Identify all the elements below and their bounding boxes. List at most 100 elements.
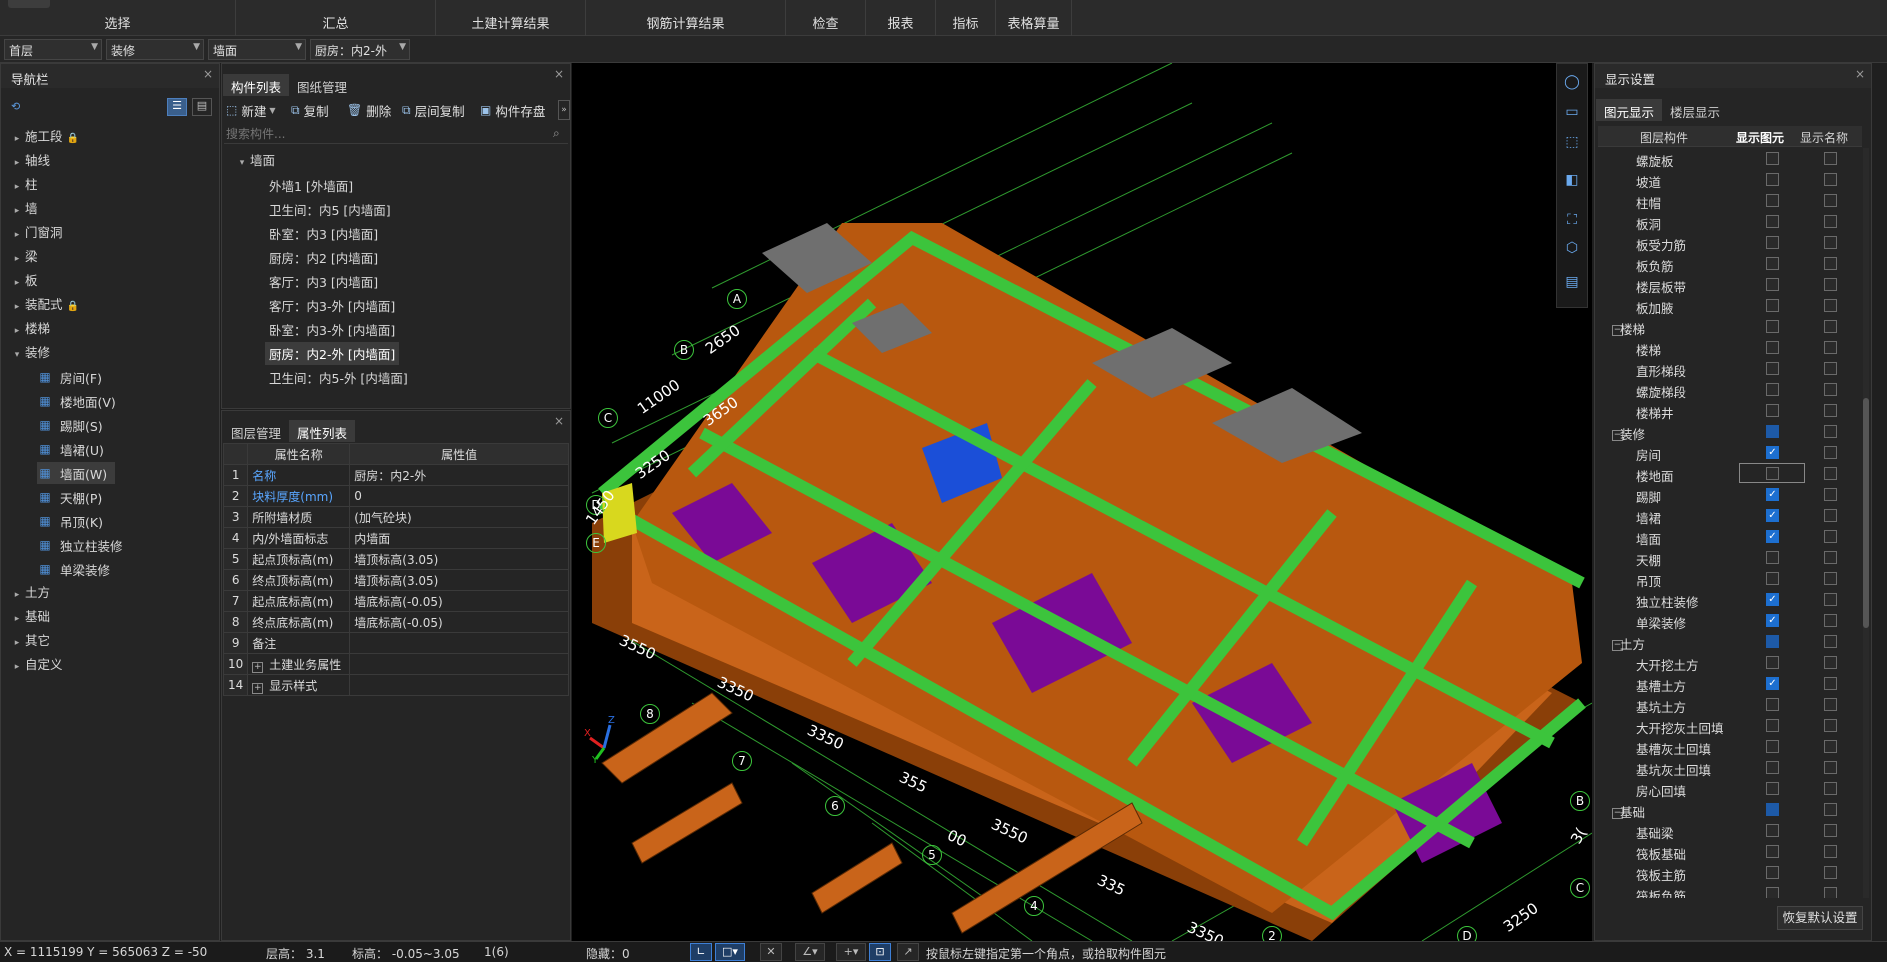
- show-element-checkbox[interactable]: ✓: [1766, 614, 1779, 627]
- show-element-checkbox[interactable]: ✓: [1766, 593, 1779, 606]
- property-row[interactable]: 4 内/外墙面标志 内墙面: [222, 527, 569, 549]
- display-scrollbar[interactable]: [1863, 148, 1869, 898]
- show-name-checkbox[interactable]: [1824, 467, 1837, 480]
- scrollbar-thumb[interactable]: [1863, 398, 1869, 628]
- show-name-checkbox[interactable]: [1824, 320, 1837, 333]
- property-row[interactable]: 10 + 土建业务属性: [222, 653, 569, 675]
- show-name-checkbox[interactable]: [1824, 446, 1837, 459]
- ribbon-group-table-calc[interactable]: 表格算量: [996, 0, 1072, 36]
- property-row[interactable]: 3 所附墙材质 (加气砼块): [222, 506, 569, 528]
- property-value[interactable]: 墙底标高(-0.05): [349, 611, 569, 633]
- nav-subitem[interactable]: ▦ 吊顶(K): [37, 510, 103, 532]
- show-element-checkbox[interactable]: [1766, 194, 1779, 207]
- property-row[interactable]: 7 起点底标高(m) 墙底标高(-0.05): [222, 590, 569, 612]
- view-cube-icon[interactable]: ⬡: [1559, 236, 1585, 260]
- show-element-checkbox[interactable]: [1766, 383, 1779, 396]
- ribbon-group-summary[interactable]: 汇总: [236, 0, 436, 36]
- show-element-checkbox[interactable]: [1766, 467, 1779, 480]
- show-name-checkbox[interactable]: [1824, 509, 1837, 522]
- show-element-checkbox[interactable]: ✓: [1766, 677, 1779, 690]
- component-root[interactable]: ▾ 墙面: [234, 150, 275, 169]
- show-name-checkbox[interactable]: [1824, 656, 1837, 669]
- list-view-icon[interactable]: ☰: [167, 98, 187, 116]
- search-icon[interactable]: ⌕: [553, 126, 560, 141]
- show-element-checkbox[interactable]: [1766, 740, 1779, 753]
- show-name-checkbox[interactable]: [1824, 425, 1837, 438]
- close-icon[interactable]: ×: [203, 67, 213, 81]
- component-item[interactable]: 厨房：内2 [内墙面]: [265, 246, 382, 269]
- property-value[interactable]: 厨房：内2-外: [349, 464, 569, 486]
- show-name-checkbox[interactable]: [1824, 887, 1837, 898]
- floor-copy-button[interactable]: ⧉ 层间复制: [402, 100, 465, 120]
- view-settings-icon[interactable]: ▤: [1559, 270, 1585, 294]
- property-row[interactable]: 6 终点顶标高(m) 墙顶标高(3.05): [222, 569, 569, 591]
- 2d-view-icon[interactable]: ▭: [1559, 100, 1585, 124]
- ribbon-group-rebar-results[interactable]: 钢筋计算结果: [586, 0, 786, 36]
- tab-component-list[interactable]: 构件列表: [223, 74, 290, 96]
- show-name-checkbox[interactable]: [1824, 740, 1837, 753]
- show-name-checkbox[interactable]: [1824, 782, 1837, 795]
- nav-item[interactable]: ▸ 板: [9, 270, 38, 292]
- tab-layer-management[interactable]: 图层管理: [223, 420, 289, 442]
- property-value[interactable]: 墙底标高(-0.05): [349, 590, 569, 612]
- dynamic-input-icon[interactable]: ⊡: [869, 943, 891, 961]
- show-element-checkbox[interactable]: [1766, 845, 1779, 858]
- pin-icon[interactable]: ⟲: [11, 100, 20, 113]
- polyline-icon[interactable]: ↗: [897, 943, 919, 961]
- show-name-checkbox[interactable]: [1824, 803, 1837, 816]
- 3d-viewport[interactable]: A B C D E 8 7 6 5 4 2 D C B 11000 2650 3650 3250 1450 3550 3…: [572, 63, 1592, 941]
- nav-item[interactable]: ▸ 梁: [9, 246, 38, 268]
- nav-item[interactable]: ▸ 装配式 🔒: [9, 294, 79, 316]
- tab-property-list[interactable]: 属性列表: [289, 420, 356, 442]
- show-name-checkbox[interactable]: [1824, 551, 1837, 564]
- show-name-checkbox[interactable]: [1824, 719, 1837, 732]
- show-name-checkbox[interactable]: [1824, 593, 1837, 606]
- show-element-checkbox[interactable]: [1766, 215, 1779, 228]
- show-element-checkbox[interactable]: [1766, 425, 1779, 438]
- ortho-icon[interactable]: ∟: [690, 943, 712, 961]
- category-select[interactable]: 装修 ▼: [106, 39, 204, 60]
- property-value[interactable]: [349, 674, 569, 696]
- show-element-checkbox[interactable]: [1766, 173, 1779, 186]
- nav-subitem[interactable]: ▦ 独立柱装修: [37, 534, 122, 556]
- property-value[interactable]: 墙顶标高(3.05): [349, 548, 569, 570]
- nav-item[interactable]: ▸ 门窗洞: [9, 222, 63, 244]
- show-element-checkbox[interactable]: [1766, 320, 1779, 333]
- show-element-checkbox[interactable]: [1766, 719, 1779, 732]
- property-value[interactable]: [349, 653, 569, 675]
- show-name-checkbox[interactable]: [1824, 614, 1837, 627]
- property-row[interactable]: 8 终点底标高(m) 墙底标高(-0.05): [222, 611, 569, 633]
- close-icon[interactable]: ×: [554, 414, 564, 428]
- show-element-checkbox[interactable]: ✓: [1766, 446, 1779, 459]
- nav-item[interactable]: ▾ 装修: [9, 342, 50, 364]
- show-name-checkbox[interactable]: [1824, 677, 1837, 690]
- property-value[interactable]: [349, 632, 569, 654]
- nav-subitem[interactable]: ▦ 墙面(W): [37, 462, 116, 484]
- nav-item[interactable]: ▸ 柱: [9, 174, 38, 196]
- property-row[interactable]: 9 备注: [222, 632, 569, 654]
- component-item[interactable]: 外墙1 [外墙面]: [265, 174, 357, 197]
- component-item[interactable]: 卫生间：内5-外 [内墙面]: [265, 366, 412, 389]
- show-element-checkbox[interactable]: [1766, 761, 1779, 774]
- show-element-checkbox[interactable]: [1766, 299, 1779, 312]
- nav-item[interactable]: ▸ 楼梯: [9, 318, 50, 340]
- angle-icon[interactable]: ∠▾: [795, 943, 825, 961]
- component-search-input[interactable]: [224, 124, 568, 144]
- show-element-checkbox[interactable]: [1766, 551, 1779, 564]
- component-item[interactable]: 客厅：内3 [内墙面]: [265, 270, 382, 293]
- expand-plus-icon[interactable]: +: [252, 682, 264, 694]
- show-element-checkbox[interactable]: [1766, 782, 1779, 795]
- property-value[interactable]: 内墙面: [349, 527, 569, 549]
- show-element-checkbox[interactable]: [1766, 656, 1779, 669]
- 3d-solid-icon[interactable]: ◧: [1559, 168, 1585, 192]
- show-name-checkbox[interactable]: [1824, 488, 1837, 501]
- show-name-checkbox[interactable]: [1824, 215, 1837, 228]
- floor-select[interactable]: 首层 ▼: [4, 39, 102, 60]
- component-item[interactable]: 厨房：内2-外 [内墙面]: [265, 342, 400, 365]
- tab-drawing-management[interactable]: 图纸管理: [289, 74, 355, 96]
- show-element-checkbox[interactable]: ✓: [1766, 509, 1779, 522]
- show-element-checkbox[interactable]: ✓: [1766, 530, 1779, 543]
- copy-button[interactable]: ⧉ 复制: [291, 100, 329, 120]
- show-name-checkbox[interactable]: [1824, 698, 1837, 711]
- show-name-checkbox[interactable]: [1824, 635, 1837, 648]
